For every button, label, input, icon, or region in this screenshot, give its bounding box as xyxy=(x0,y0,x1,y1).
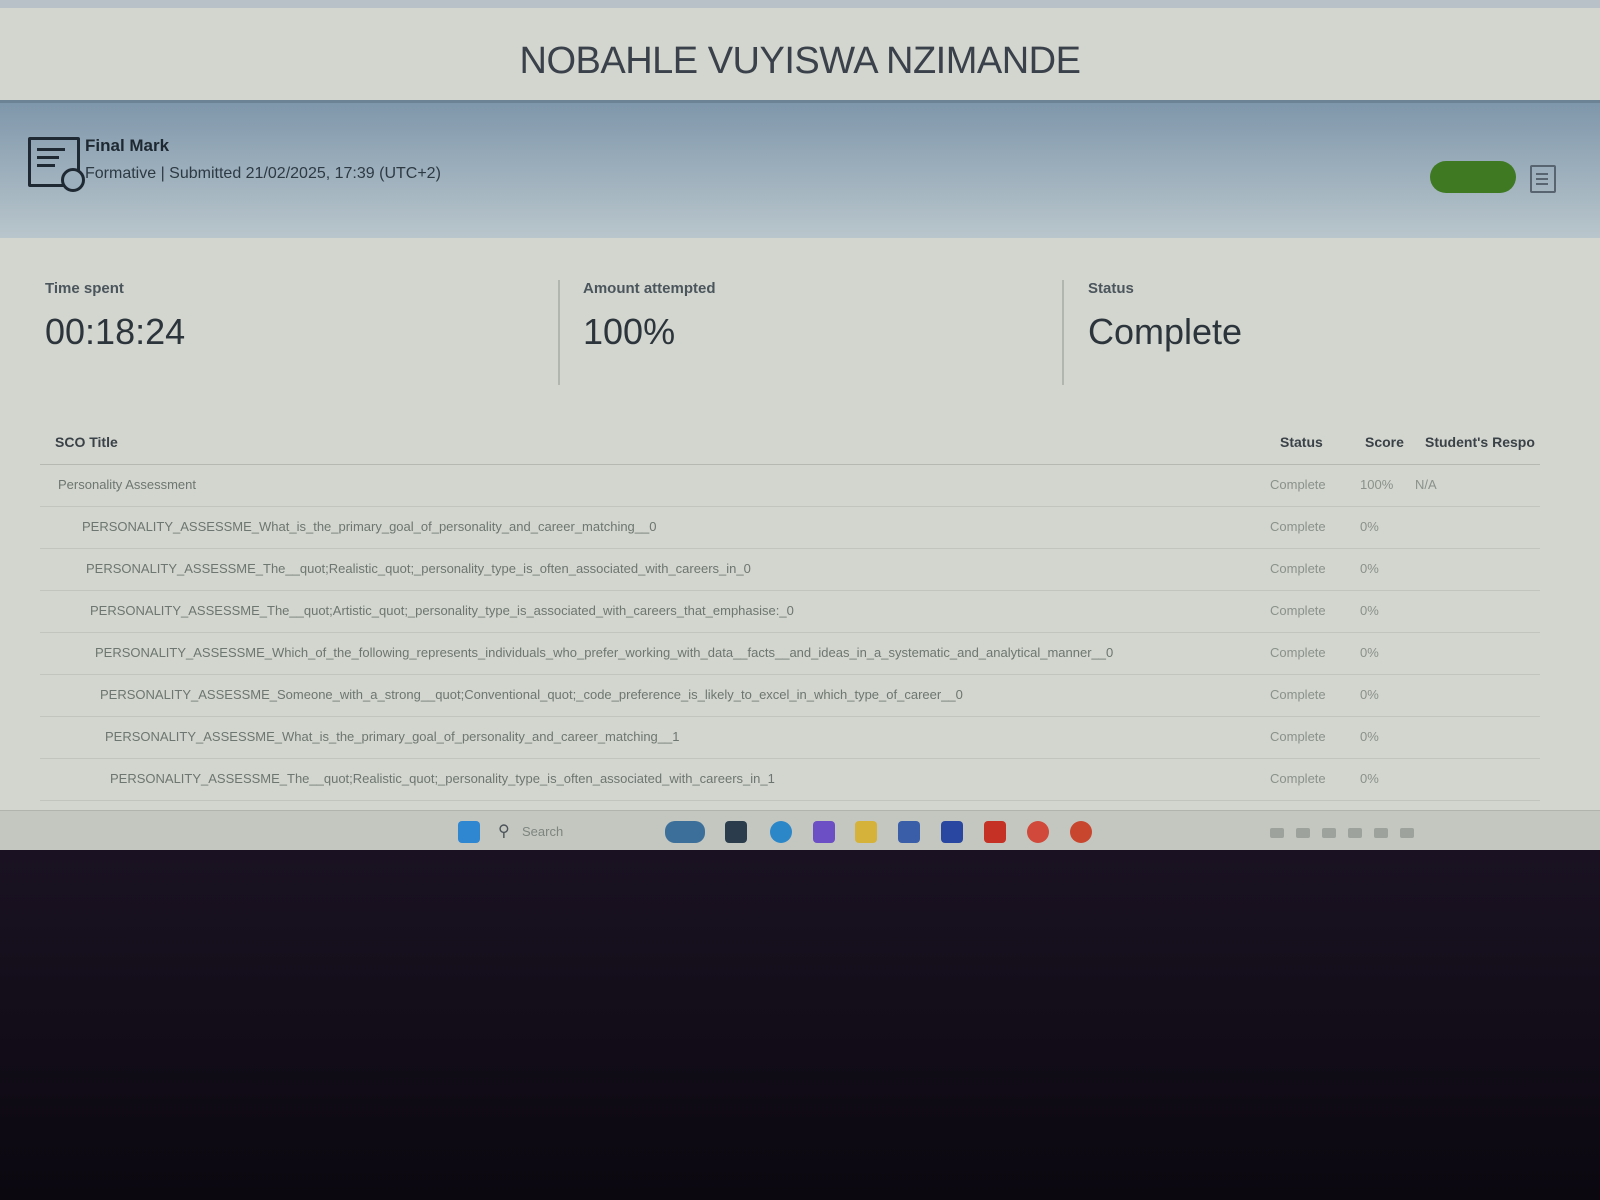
status-label: Status xyxy=(1088,280,1134,297)
final-mark-label: Final Mark xyxy=(85,136,170,155)
windows-taskbar: ⚲ Search xyxy=(0,810,1600,851)
row-score: 0% xyxy=(1360,603,1379,618)
taskbar-search[interactable]: Search xyxy=(522,821,652,843)
row-status: Complete xyxy=(1270,687,1326,702)
certificate-icon xyxy=(28,137,85,192)
row-title: PERSONALITY_ASSESSME_What_is_the_primary… xyxy=(105,729,680,744)
row-status: Complete xyxy=(1270,771,1326,786)
page-title: NOBAHLE VUYISWA NZIMANDE xyxy=(519,40,1081,82)
row-title: PERSONALITY_ASSESSME_Someone_with_a_stro… xyxy=(100,687,963,702)
table-row[interactable]: PERSONALITY_ASSESSME_The__quot;Realistic… xyxy=(40,548,1540,591)
final-mark-banner: Final Mark Formative | Submitted 21/02/2… xyxy=(0,100,1600,238)
row-status: Complete xyxy=(1270,645,1326,660)
row-response: N/A xyxy=(1415,477,1437,492)
browser-top-edge xyxy=(0,0,1600,8)
edge-icon[interactable] xyxy=(770,821,792,843)
time-spent-stat: Time spent 00:18:24 xyxy=(45,280,185,380)
stat-divider xyxy=(1062,280,1064,385)
row-status: Complete xyxy=(1270,729,1326,744)
row-status: Complete xyxy=(1270,519,1326,534)
document-icon[interactable] xyxy=(1530,165,1556,193)
table-row[interactable]: PERSONALITY_ASSESSME_The__quot;Realistic… xyxy=(40,758,1540,801)
widgets-icon[interactable] xyxy=(665,821,705,843)
b-app-icon[interactable] xyxy=(941,821,963,843)
chrome-icon[interactable] xyxy=(1027,821,1049,843)
table-row[interactable]: PERSONALITY_ASSESSME_Which_of_the_follow… xyxy=(40,632,1540,675)
row-title: PERSONALITY_ASSESSME_The__quot;Realistic… xyxy=(110,771,775,786)
amount-attempted-stat: Amount attempted 100% xyxy=(583,280,716,380)
row-score: 0% xyxy=(1360,771,1379,786)
table-header: SCO Title Status Score Student's Respo xyxy=(40,420,1540,465)
row-score: 0% xyxy=(1360,729,1379,744)
column-student-response[interactable]: Student's Respo xyxy=(1425,434,1540,450)
amount-attempted-value: 100% xyxy=(583,311,676,352)
search-icon[interactable]: ⚲ xyxy=(498,821,510,841)
table-row[interactable]: PERSONALITY_ASSESSME_Someone_with_a_stro… xyxy=(40,674,1540,717)
laptop-bezel xyxy=(0,850,1600,1200)
table-row[interactable]: PERSONALITY_ASSESSME_What_is_the_primary… xyxy=(40,506,1540,549)
status-stat: Status Complete xyxy=(1088,280,1242,380)
copilot-icon[interactable] xyxy=(813,821,835,843)
stat-divider xyxy=(558,280,560,385)
table-row[interactable]: PERSONALITY_ASSESSME_The__quot;Artistic_… xyxy=(40,590,1540,633)
row-title: Personality Assessment xyxy=(58,477,197,492)
row-status: Complete xyxy=(1270,603,1326,618)
status-value: Complete xyxy=(1088,311,1243,352)
table-row[interactable]: Personality Assessment Complete 100% N/A xyxy=(40,464,1540,507)
row-title: PERSONALITY_ASSESSME_Which_of_the_follow… xyxy=(95,645,1114,660)
file-explorer-icon[interactable] xyxy=(725,821,747,843)
amount-attempted-label: Amount attempted xyxy=(583,280,716,297)
row-score: 100% xyxy=(1360,477,1394,492)
row-score: 0% xyxy=(1360,519,1379,534)
store-icon[interactable] xyxy=(898,821,920,843)
time-spent-label: Time spent xyxy=(45,280,124,297)
time-spent-value: 00:18:24 xyxy=(45,311,186,352)
row-title: PERSONALITY_ASSESSME_What_is_the_primary… xyxy=(82,519,657,534)
row-score: 0% xyxy=(1360,645,1379,660)
column-score[interactable]: Score xyxy=(1365,434,1404,450)
row-title: PERSONALITY_ASSESSME_The__quot;Artistic_… xyxy=(90,603,794,618)
windows-start-icon[interactable] xyxy=(458,821,480,843)
powerpoint-icon[interactable] xyxy=(1070,821,1092,843)
column-status[interactable]: Status xyxy=(1280,434,1323,450)
row-title: PERSONALITY_ASSESSME_The__quot;Realistic… xyxy=(86,561,751,576)
column-sco-title[interactable]: SCO Title xyxy=(55,434,118,450)
row-status: Complete xyxy=(1270,561,1326,576)
row-score: 0% xyxy=(1360,561,1379,576)
final-mark-subtitle: Formative | Submitted 21/02/2025, 17:39 … xyxy=(85,165,441,182)
row-score: 0% xyxy=(1360,687,1379,702)
system-tray[interactable] xyxy=(1270,825,1500,839)
table-row[interactable]: PERSONALITY_ASSESSME_What_is_the_primary… xyxy=(40,716,1540,759)
grade-badge xyxy=(1430,161,1516,193)
row-status: Complete xyxy=(1270,477,1326,492)
youtube-icon[interactable] xyxy=(984,821,1006,843)
laptop-screen: NOBAHLE VUYISWA NZIMANDE Final Mark Form… xyxy=(0,0,1600,860)
folder-icon[interactable] xyxy=(855,821,877,843)
